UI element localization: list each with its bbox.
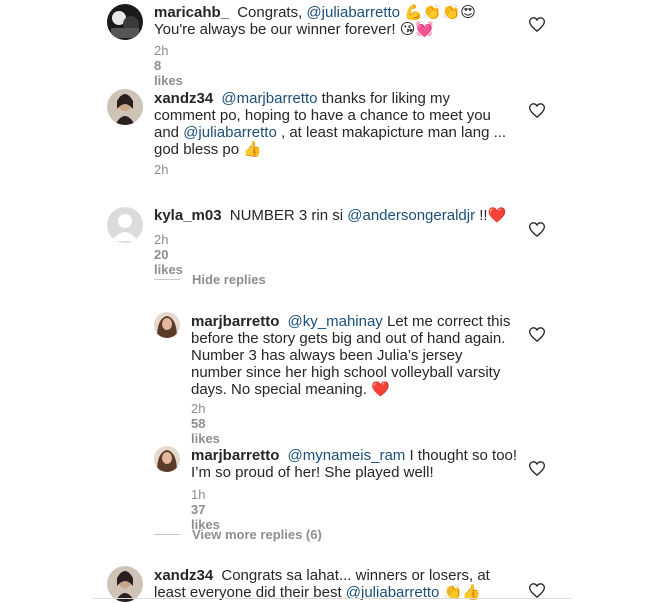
mention-link[interactable]: @marjbarretto (221, 90, 317, 107)
comment-text: comment po, hoping to have a chance to m… (154, 107, 491, 124)
avatar[interactable] (154, 446, 180, 472)
emoji-text: 😘💓 (399, 20, 435, 38)
likes-count[interactable]: 8 likes (154, 58, 183, 88)
divider (154, 534, 180, 535)
timestamp: 2h (154, 162, 169, 177)
hide-replies-label: Hide replies (192, 272, 266, 287)
heart-icon[interactable] (528, 222, 546, 238)
view-more-replies-button[interactable]: View more replies (6) (154, 527, 322, 542)
comment-text: NUMBER 3 rin si (229, 207, 348, 224)
view-more-replies-label: View more replies (6) (192, 527, 322, 542)
timestamp: 2h (191, 401, 206, 416)
comment-text: , at least makapicture man lang ... (276, 124, 507, 141)
comment-text: thanks for liking my (317, 90, 451, 107)
likes-count[interactable]: 58 likes (191, 416, 220, 446)
heart-icon[interactable] (528, 17, 546, 33)
comment-text: I thought so too! (405, 447, 518, 464)
emoji-text: ❤️ (371, 380, 390, 398)
comment-text: Let me correct this (382, 313, 511, 330)
comment-username[interactable]: xandz34 (154, 567, 213, 584)
avatar[interactable] (107, 89, 143, 125)
timestamp: 2h (154, 43, 169, 58)
mention-link[interactable]: @juliabarretto (183, 124, 277, 141)
comment-text: before the story gets big and out of han… (191, 330, 506, 347)
mention-link[interactable]: @andersongeraldjr (347, 207, 475, 224)
comment-text: Number 3 has always been Julia’s jersey (191, 347, 463, 364)
emoji-text: 👍 (243, 140, 262, 158)
comment-username[interactable]: marjbarretto (191, 447, 279, 464)
mention-link[interactable]: @mynameis_ram (288, 447, 406, 464)
comment-text: and (154, 124, 184, 141)
divider (93, 598, 571, 599)
hide-replies-button[interactable]: Hide replies (154, 272, 266, 287)
comment-text: Congrats sa lahat... winners or losers, … (221, 567, 490, 584)
heart-icon[interactable] (528, 327, 546, 343)
heart-icon[interactable] (528, 103, 546, 119)
comment-text: god bless po (154, 141, 240, 158)
avatar[interactable] (107, 207, 143, 243)
emoji-text: ❤️ (487, 206, 507, 224)
comment-text: !! (475, 207, 488, 224)
timestamp: 1h (191, 487, 206, 502)
mention-link[interactable]: @ky_mahinay (288, 313, 383, 330)
avatar[interactable] (154, 312, 180, 338)
comment-text: Congrats, (237, 4, 307, 21)
avatar[interactable] (107, 566, 143, 602)
comment-text: days. No special meaning. (191, 381, 367, 398)
comment-username[interactable]: maricahb_ (154, 4, 229, 21)
heart-icon[interactable] (528, 461, 546, 477)
mention-link[interactable]: @juliabarretto (306, 4, 400, 21)
comment-text: I’m so proud of her! She played well! (191, 464, 434, 481)
emoji-text: 💪👏👏😍 (404, 3, 476, 21)
comment-text: You're always be our winner forever! (154, 21, 396, 38)
comment-username[interactable]: kyla_m03 (154, 207, 222, 224)
comment-username[interactable]: marjbarretto (191, 313, 279, 330)
divider (154, 279, 180, 280)
heart-icon[interactable] (528, 583, 546, 599)
comment-text: number since her high school volleyball … (191, 364, 501, 381)
comment-username[interactable]: xandz34 (154, 90, 213, 107)
avatar[interactable] (107, 4, 143, 40)
timestamp: 2h (154, 232, 169, 247)
